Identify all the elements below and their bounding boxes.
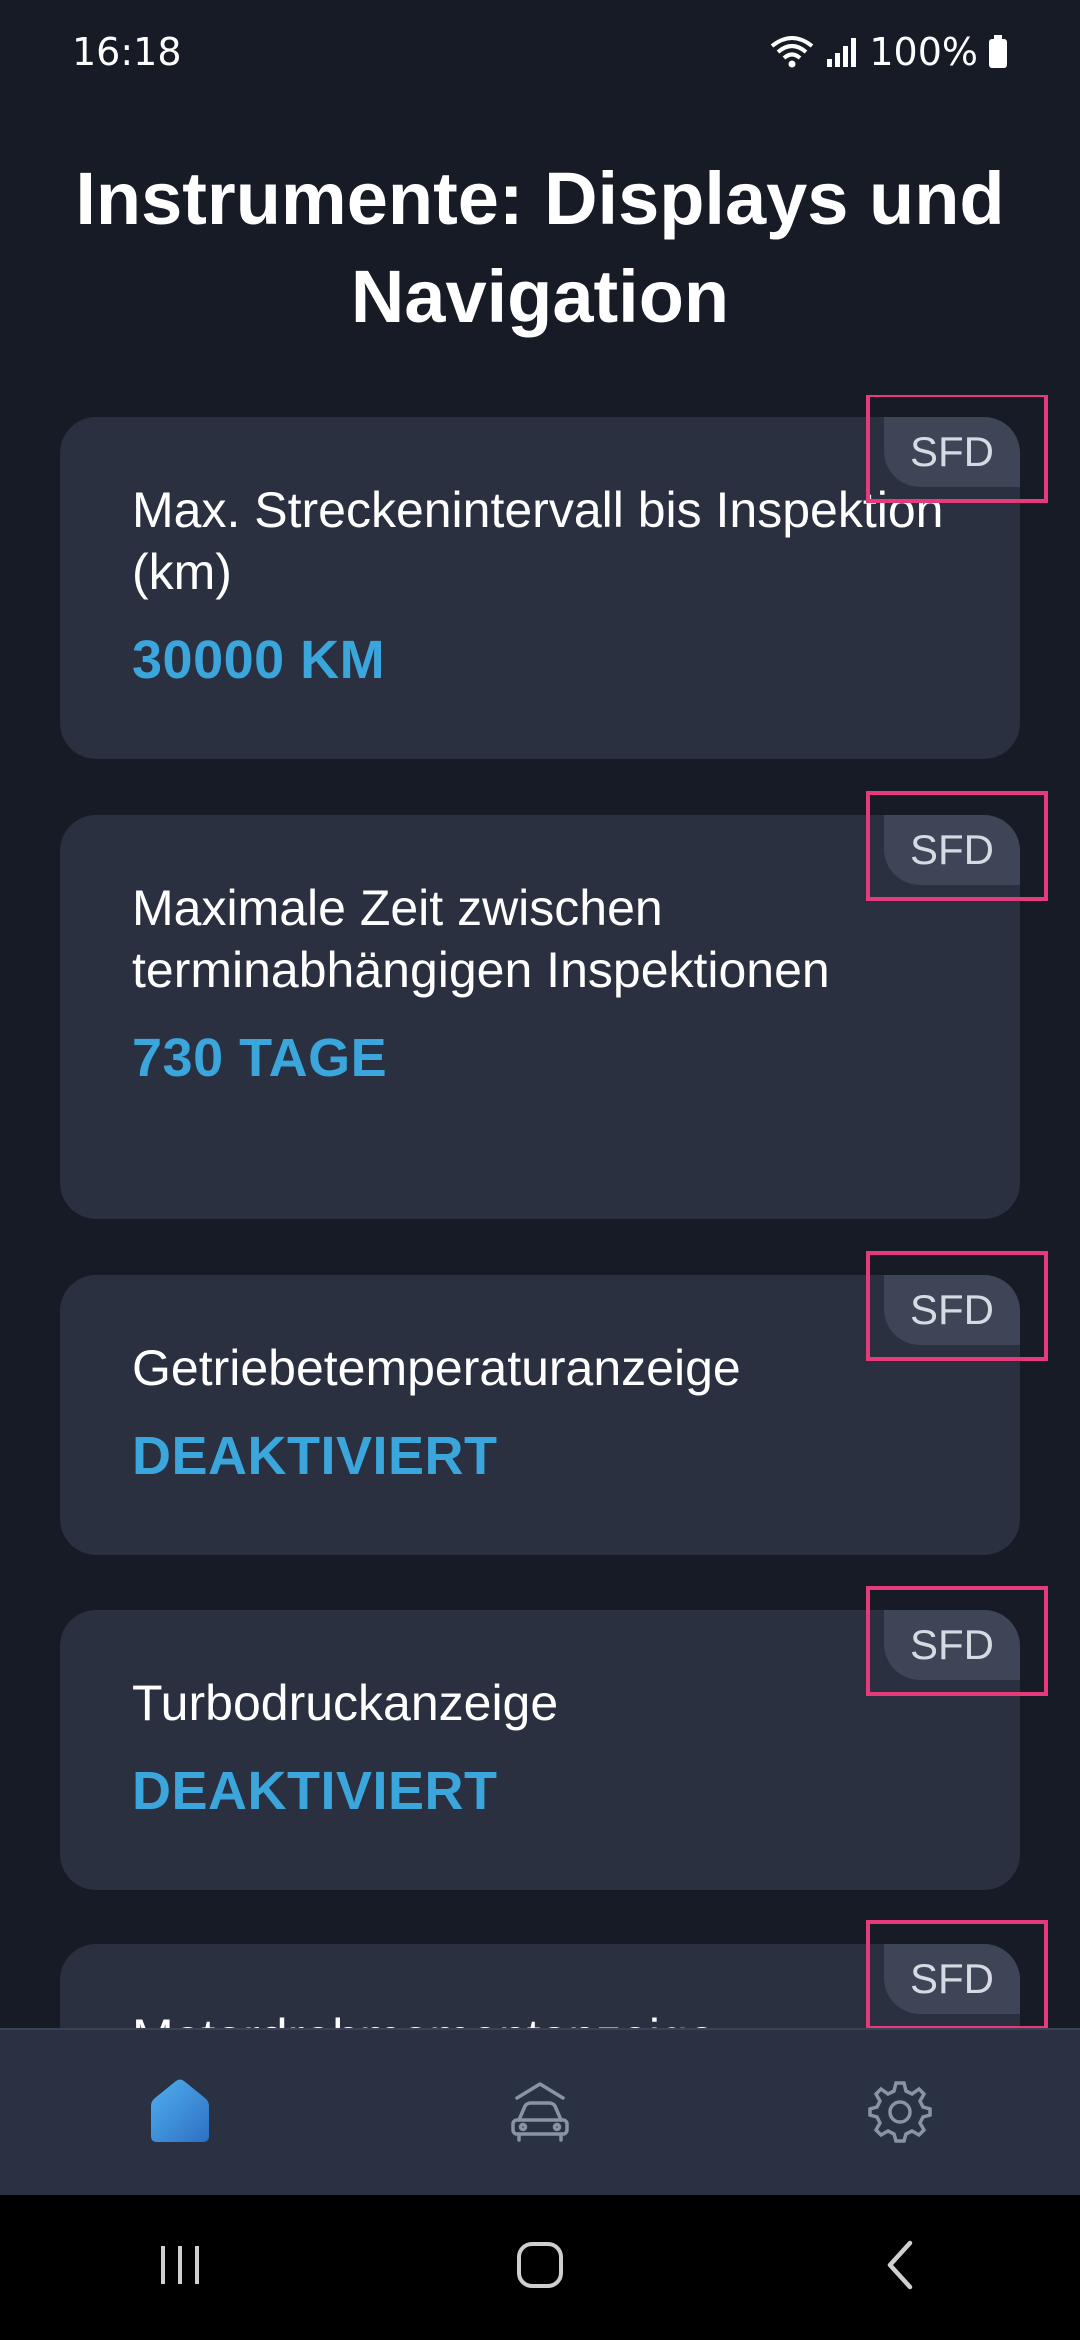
nav-car-button[interactable] (440, 2044, 640, 2184)
nav-settings-button[interactable] (800, 2044, 1000, 2184)
status-icons: 100% (769, 30, 1008, 74)
gear-icon (867, 2078, 933, 2149)
car-icon (505, 2076, 575, 2151)
setting-label: Max. Streckenintervall bis Inspektion (k… (132, 482, 944, 600)
signal-icon (825, 35, 859, 69)
setting-value: DEAKTIVIERT (132, 1761, 498, 1821)
setting-label: Turbodruckanzeige (132, 1675, 559, 1731)
setting-card[interactable]: Maximale Zeit zwischen terminabhängigen … (60, 791, 1048, 1219)
system-navigation-bar (0, 2195, 1080, 2340)
system-back-button[interactable] (820, 2208, 980, 2328)
setting-value: 30000 KM (132, 630, 386, 690)
setting-label: Getriebetemperaturanzeige (132, 1340, 741, 1396)
sfd-badge[interactable]: SFD (884, 1275, 1020, 1345)
wifi-icon (769, 34, 815, 70)
home-circle-icon (514, 2239, 566, 2296)
home-icon (145, 2076, 215, 2151)
status-bar: 16:18 100% (0, 0, 1080, 104)
setting-label: Maximale Zeit zwischen terminabhängigen … (132, 880, 830, 998)
battery-icon (988, 35, 1008, 69)
system-home-button[interactable] (460, 2208, 620, 2328)
recent-apps-button[interactable] (100, 2208, 260, 2328)
status-time: 16:18 (72, 30, 182, 74)
setting-value: 730 TAGE (132, 1028, 388, 1088)
settings-list[interactable]: Max. Streckenintervall bis Inspektion (k… (0, 395, 1080, 2028)
sfd-badge[interactable]: SFD (884, 1944, 1020, 2014)
setting-card[interactable]: Getriebetemperaturanzeige DEAKTIVIERT SF… (60, 1251, 1048, 1555)
back-icon (880, 2238, 920, 2297)
sfd-badge[interactable]: SFD (884, 1610, 1020, 1680)
sfd-badge[interactable]: SFD (884, 417, 1020, 487)
setting-card[interactable]: Max. Streckenintervall bis Inspektion (k… (60, 395, 1048, 759)
battery-percent: 100% (869, 30, 978, 74)
recent-apps-icon (155, 2240, 205, 2295)
setting-card[interactable]: Motordrehmomentanzeige SFD (60, 1920, 1048, 2028)
setting-label: Motordrehmomentanzeige (132, 2006, 980, 2028)
setting-card[interactable]: Turbodruckanzeige DEAKTIVIERT SFD (60, 1586, 1048, 1890)
bottom-navigation (0, 2028, 1080, 2197)
sfd-badge[interactable]: SFD (884, 815, 1020, 885)
nav-home-button[interactable] (80, 2044, 280, 2184)
setting-value: DEAKTIVIERT (132, 1426, 498, 1486)
page-title: Instrumente: Displays und Navigation (75, 157, 1005, 338)
